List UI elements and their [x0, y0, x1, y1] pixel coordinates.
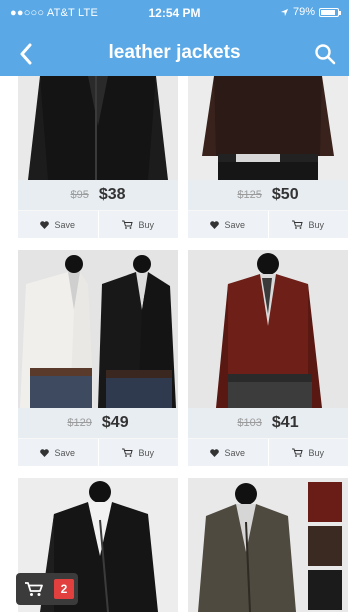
- buy-button[interactable]: Buy: [267, 211, 349, 238]
- jacket-image: [188, 478, 348, 612]
- price-bar: $103 $41: [188, 408, 348, 438]
- heart-icon: [210, 448, 220, 457]
- cart-button[interactable]: 2: [16, 573, 78, 605]
- page-title: leather jackets: [108, 42, 241, 63]
- save-label: Save: [224, 219, 245, 230]
- battery-icon: [319, 7, 341, 17]
- jacket-image: [18, 76, 178, 180]
- cart-icon: [122, 220, 134, 229]
- jacket-image: [188, 250, 348, 408]
- card-actions: Save Buy: [188, 438, 348, 466]
- original-price: $129: [67, 417, 92, 429]
- save-label: Save: [224, 447, 245, 458]
- buy-label: Buy: [138, 219, 154, 230]
- card-actions: Save Buy: [188, 210, 348, 238]
- product-photo[interactable]: [18, 76, 178, 180]
- shopping-cart-icon: [25, 582, 43, 596]
- price-bar: $129 $49: [18, 408, 178, 438]
- top-bar: ●●○○○ AT&T LTE 12:54 PM 79% leather jack…: [0, 0, 349, 76]
- buy-label: Buy: [138, 447, 154, 458]
- cart-count-badge: 2: [54, 579, 74, 599]
- search-icon: [315, 44, 336, 65]
- card-actions: Save Buy: [18, 438, 178, 466]
- buy-button[interactable]: Buy: [97, 439, 179, 466]
- heart-icon: [210, 220, 220, 229]
- product-photo[interactable]: [18, 250, 178, 408]
- save-button[interactable]: Save: [188, 439, 268, 466]
- buy-label: Buy: [308, 219, 324, 230]
- jacket-image: [18, 250, 178, 408]
- card-actions: Save Buy: [18, 210, 178, 238]
- search-button[interactable]: [309, 38, 341, 70]
- product-photo[interactable]: [188, 250, 348, 408]
- heart-icon: [40, 220, 50, 229]
- original-price: $125: [237, 189, 262, 201]
- battery-percent: 79%: [292, 6, 315, 18]
- original-price: $103: [237, 417, 262, 429]
- cart-icon: [122, 448, 134, 457]
- status-bar: ●●○○○ AT&T LTE 12:54 PM 79%: [0, 0, 349, 26]
- original-price: $95: [70, 189, 89, 201]
- save-button[interactable]: Save: [18, 439, 98, 466]
- battery-indicator: 79%: [280, 6, 341, 18]
- product-photo[interactable]: [188, 76, 348, 180]
- location-arrow-icon: [280, 8, 289, 16]
- heart-icon: [40, 448, 50, 457]
- product-photo[interactable]: [188, 478, 348, 612]
- jacket-image: [188, 76, 348, 180]
- buy-button[interactable]: Buy: [267, 439, 349, 466]
- price-bar: $95 $38: [18, 180, 178, 210]
- save-label: Save: [54, 219, 75, 230]
- buy-label: Buy: [308, 447, 324, 458]
- sale-price: $50: [271, 186, 299, 203]
- sale-price: $49: [101, 414, 129, 431]
- sale-price: $38: [98, 186, 126, 203]
- save-button[interactable]: Save: [188, 211, 268, 238]
- buy-button[interactable]: Buy: [97, 211, 179, 238]
- product-grid: $95 $38 Save Buy $125 $50 Save Buy $129 …: [0, 76, 349, 612]
- nav-bar: leather jackets: [0, 34, 349, 74]
- price-bar: $125 $50: [188, 180, 348, 210]
- cart-icon: [292, 220, 304, 229]
- save-button[interactable]: Save: [18, 211, 98, 238]
- save-label: Save: [54, 447, 75, 458]
- cart-icon: [292, 448, 304, 457]
- sale-price: $41: [271, 414, 299, 431]
